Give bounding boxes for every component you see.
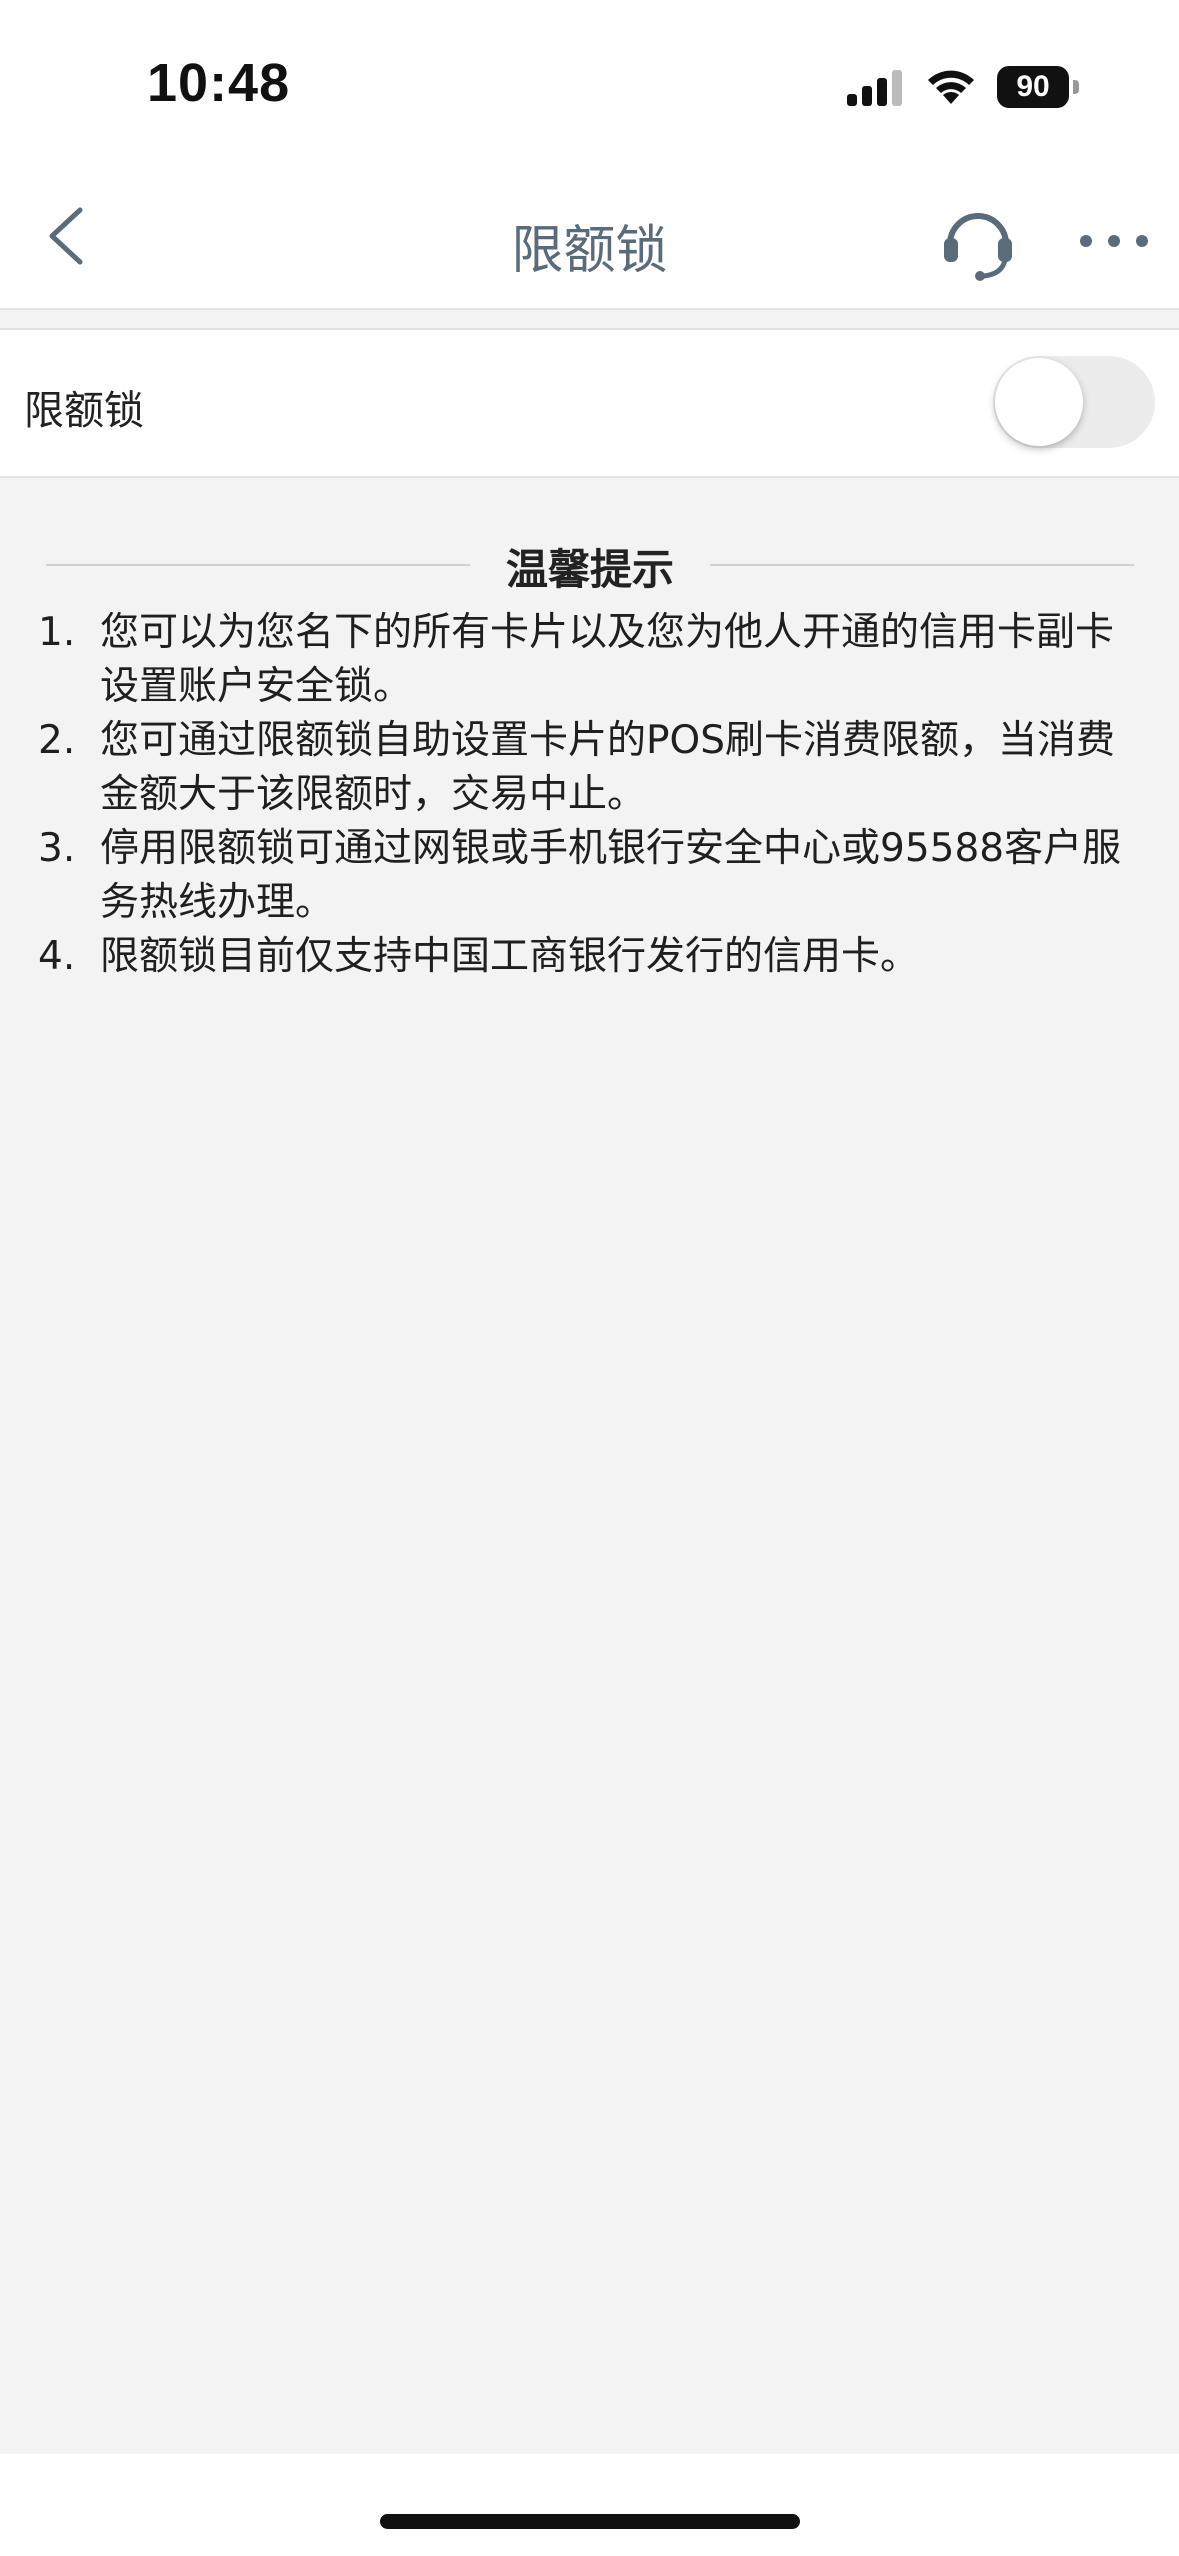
tip-number: 1. (38, 610, 76, 655)
tip-item: 3. 停用限额锁可通过网银或手机银行安全中心或95588客户服务热线办理。 (34, 822, 1144, 930)
divider-line-right (710, 564, 1134, 566)
nav-bar: 限额锁 (0, 160, 1179, 310)
limit-lock-row: 限额锁 (0, 328, 1179, 478)
page: 10:48 90 限额锁 限额锁 温馨提示 1. 您可以为您名下的所有卡片以及您… (0, 0, 1179, 2556)
tips-header: 温馨提示 (46, 530, 1134, 600)
tip-number: 2. (38, 718, 76, 763)
tips-title: 温馨提示 (505, 545, 674, 594)
divider-line-left (46, 564, 470, 566)
more-dots-icon[interactable] (1074, 216, 1154, 266)
tip-item: 1. 您可以为您名下的所有卡片以及您为他人开通的信用卡副卡设置账户安全锁。 (34, 606, 1144, 714)
tip-text: 限额锁目前仅支持中国工商银行发行的信用卡。 (100, 934, 920, 979)
battery-level: 90 (997, 66, 1069, 108)
limit-lock-label: 限额锁 (24, 388, 144, 434)
tip-item: 2. 您可通过限额锁自助设置卡片的POS刷卡消费限额，当消费金额大于该限额时，交… (34, 714, 1144, 822)
wifi-icon (928, 70, 974, 104)
tip-number: 4. (38, 934, 76, 979)
tip-item: 4. 限额锁目前仅支持中国工商银行发行的信用卡。 (34, 930, 1144, 984)
signal-icon (847, 70, 902, 106)
status-time: 10:48 (147, 53, 291, 113)
toggle-knob (995, 358, 1083, 446)
status-bar: 10:48 90 (0, 0, 1179, 160)
limit-lock-toggle[interactable] (993, 356, 1155, 448)
headset-icon[interactable] (936, 198, 1020, 282)
battery-icon: 90 (997, 66, 1079, 108)
tip-text: 您可通过限额锁自助设置卡片的POS刷卡消费限额，当消费金额大于该限额时，交易中止… (100, 718, 1115, 817)
tips-list: 1. 您可以为您名下的所有卡片以及您为他人开通的信用卡副卡设置账户安全锁。 2.… (34, 606, 1144, 984)
tip-text: 停用限额锁可通过网银或手机银行安全中心或95588客户服务热线办理。 (100, 826, 1122, 925)
bottom-safe-area (0, 2454, 1179, 2556)
battery-cap (1073, 80, 1079, 94)
tip-number: 3. (38, 826, 76, 871)
tip-text: 您可以为您名下的所有卡片以及您为他人开通的信用卡副卡设置账户安全锁。 (100, 610, 1115, 709)
home-indicator[interactable] (380, 2514, 800, 2529)
